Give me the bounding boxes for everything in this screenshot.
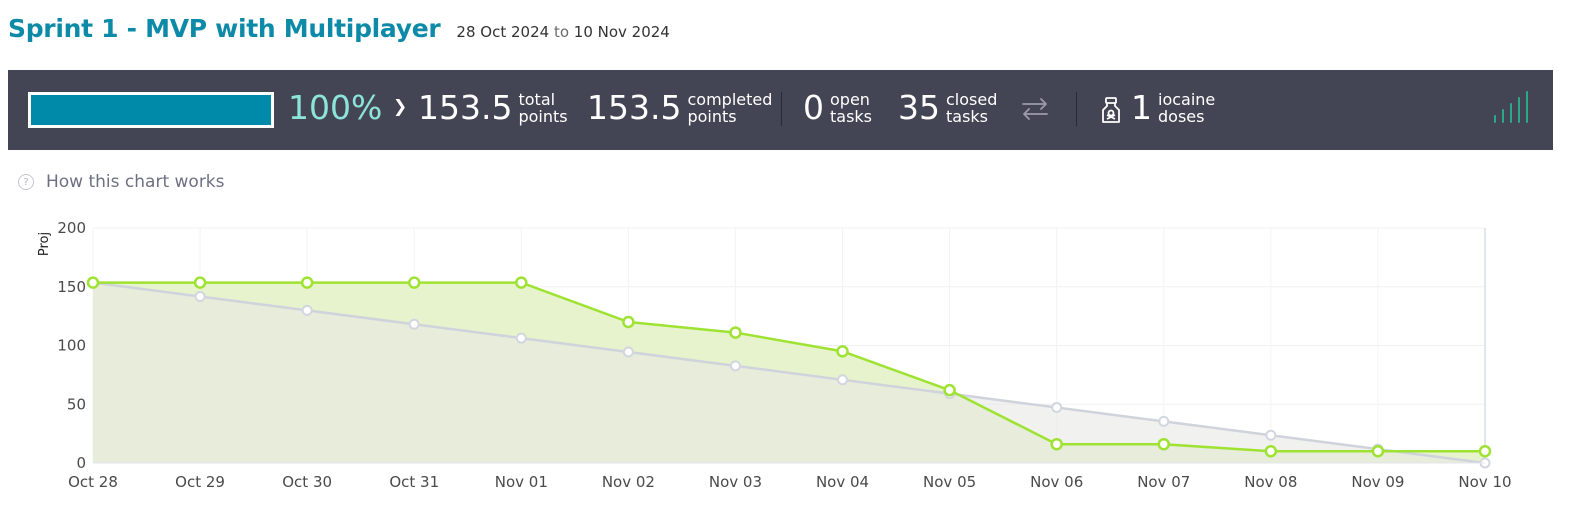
actual-point (515, 276, 528, 289)
ideal-point (408, 318, 420, 330)
x-tick-label: Oct 28 (68, 473, 118, 491)
swap-arrows-icon[interactable] (1020, 96, 1050, 122)
x-tick-label: Nov 03 (709, 473, 762, 491)
actual-point (1050, 437, 1063, 451)
y-tick-label: 200 (57, 219, 86, 237)
progress-percent: 100% (288, 88, 383, 127)
sprint-header: Sprint 1 - MVP with Multiplayer 28 Oct 2… (8, 14, 670, 43)
iocaine-doses-stat: 1 iocaine doses (1131, 88, 1215, 128)
closed-tasks-stat: 35 closed tasks (898, 88, 997, 128)
completed-points-label-line2: points (687, 107, 737, 126)
x-tick-label: Nov 06 (1030, 473, 1083, 491)
actual-point (1157, 437, 1171, 451)
actual-point (86, 276, 100, 289)
x-tick-label: Nov 10 (1458, 473, 1511, 491)
actual-point (943, 383, 956, 397)
ideal-point (622, 346, 634, 358)
completed-points-label: completed points (687, 91, 772, 125)
total-points-label: total points (518, 91, 567, 125)
ideal-point (1158, 415, 1170, 427)
ideal-point (194, 291, 206, 303)
actual-point (622, 315, 635, 329)
actual-point (1478, 445, 1492, 458)
open-tasks-label-line2: tasks (830, 107, 873, 126)
actual-point (193, 276, 207, 289)
ideal-point (515, 332, 527, 344)
y-tick-label: 150 (57, 278, 86, 296)
ideal-point (837, 374, 849, 386)
x-tick-label: Nov 02 (602, 473, 655, 491)
completed-points-value: 153.5 (587, 88, 682, 127)
closed-tasks-value: 35 (898, 88, 940, 127)
iocaine-doses-label-line2: doses (1158, 107, 1205, 126)
open-tasks-stat: 0 open tasks (803, 88, 872, 128)
ideal-point (1051, 402, 1063, 414)
stats-divider (781, 92, 782, 126)
actual-point (1371, 445, 1385, 458)
x-tick-label: Nov 08 (1244, 473, 1297, 491)
total-points-value: 153.5 (418, 88, 513, 127)
closed-tasks-label: closed tasks (946, 91, 997, 125)
x-tick-label: Oct 31 (389, 473, 439, 491)
signal-bars-icon[interactable] (1491, 90, 1529, 126)
progress-bar-fill (31, 95, 271, 125)
y-tick-label: 100 (57, 337, 86, 355)
completed-points-stat: 153.5 completed points (587, 88, 772, 128)
iocaine-doses-label: iocaine doses (1158, 91, 1215, 125)
x-tick-label: Nov 07 (1137, 473, 1190, 491)
total-points-stat: 153.5 total points (418, 88, 568, 128)
total-points-label-line2: points (518, 107, 568, 126)
open-tasks-label: open tasks (830, 91, 872, 125)
open-tasks-value: 0 (803, 88, 824, 127)
y-tick-label: 50 (67, 395, 86, 413)
chevron-down-icon[interactable]: ❯ (393, 97, 407, 117)
actual-point (729, 326, 742, 339)
to-label: to (553, 23, 569, 41)
x-tick-label: Nov 01 (495, 473, 548, 491)
progress-bar (28, 92, 274, 128)
x-tick-label: Oct 30 (282, 473, 332, 491)
ideal-point (729, 360, 741, 372)
how-chart-works-text: How this chart works (46, 172, 225, 192)
actual-point (300, 276, 314, 289)
sprint-dates: 28 Oct 2024 to 10 Nov 2024 (456, 23, 669, 41)
x-tick-label: Oct 29 (175, 473, 225, 491)
how-chart-works-link[interactable]: ? How this chart works (18, 172, 225, 192)
start-date: 28 Oct 2024 (456, 23, 550, 41)
iocaine-potion-icon (1102, 97, 1120, 123)
ideal-point (1265, 429, 1277, 441)
end-date: 10 Nov 2024 (573, 23, 670, 41)
closed-tasks-label-line2: tasks (946, 107, 989, 126)
iocaine-doses-value: 1 (1131, 88, 1152, 127)
actual-point (836, 345, 849, 358)
y-tick-label: 0 (76, 454, 86, 472)
y-axis-label: Proj (37, 232, 52, 256)
actual-point (407, 276, 421, 289)
burndown-chart: 0 50 100 150 200 Oct 28 Oct 29 Oct 30 Oct 31 Nov … (37, 219, 1512, 491)
sprint-stats-bar: 100% ❯ 153.5 total points 153.5 complete… (8, 70, 1553, 150)
x-tick-label: Nov 04 (816, 473, 869, 491)
stats-divider (1076, 92, 1077, 126)
sprint-title[interactable]: Sprint 1 - MVP with Multiplayer (8, 14, 441, 43)
help-circle-icon: ? (18, 174, 34, 190)
x-tick-label: Nov 05 (923, 473, 976, 491)
ideal-point (301, 304, 313, 316)
x-tick-label: Nov 09 (1351, 473, 1404, 491)
actual-point (1264, 445, 1278, 458)
